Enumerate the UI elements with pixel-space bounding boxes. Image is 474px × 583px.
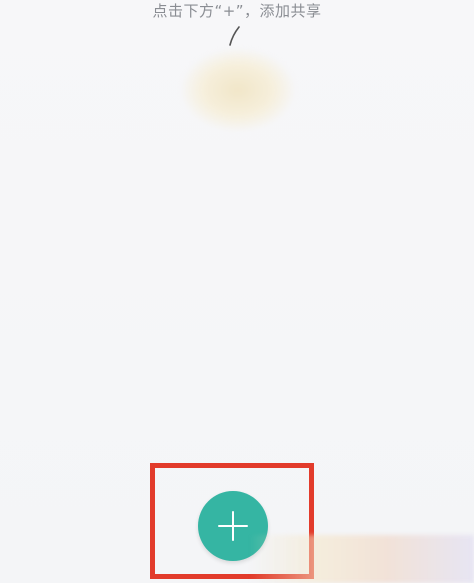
share-screen: 点击下方“+”，添加共享 bbox=[0, 0, 474, 583]
watermark-overlay bbox=[250, 535, 474, 583]
plus-icon bbox=[218, 511, 248, 541]
curved-arrow-icon bbox=[229, 26, 240, 46]
add-share-hint: 点击下方“+”，添加共享 bbox=[152, 2, 322, 20]
empty-state-illustration bbox=[183, 50, 293, 130]
